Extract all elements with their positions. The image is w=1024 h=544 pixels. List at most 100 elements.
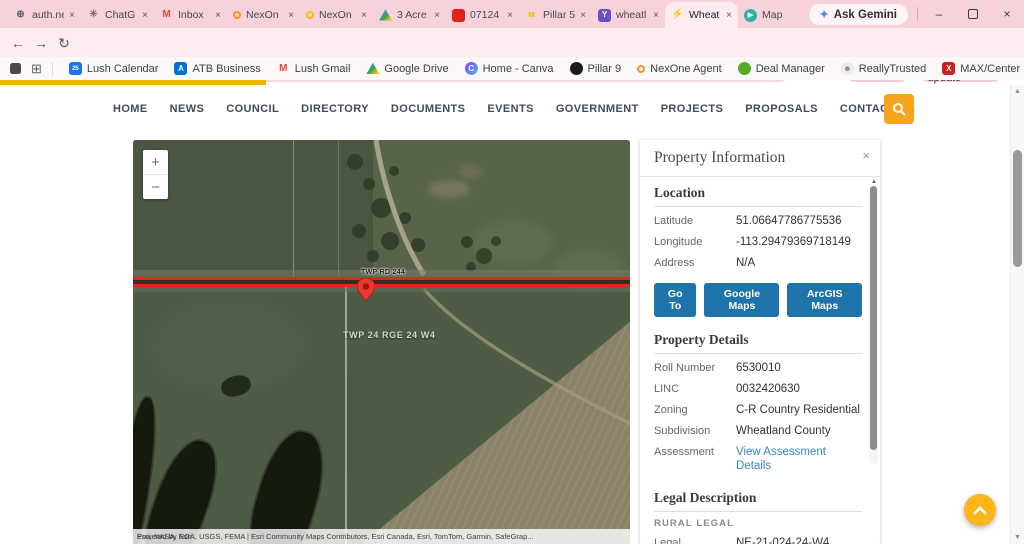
township-label: TWP 24 RGE 24 W4 (343, 330, 435, 340)
detail-row: Assessment View Assessment Details (654, 445, 862, 473)
site-nav-link[interactable]: NEWS (170, 103, 205, 115)
panel-header: Property Information × (640, 140, 880, 177)
tab-close-icon[interactable]: × (434, 10, 440, 21)
row-label: Assessment (654, 445, 736, 473)
row-value[interactable]: Wheatland County (736, 424, 831, 438)
browser-tab[interactable]: NexOn × (227, 2, 300, 28)
bookmark-item[interactable]: NexOne Agent (637, 62, 722, 75)
scrollbar-down-icon[interactable]: ▼ (1014, 534, 1021, 541)
browser-tab-strip: ⊕ auth.ne × ✳ ChatG × M Inbox × NexOn × (0, 0, 1024, 28)
browser-tab[interactable]: Y wheatl × (592, 2, 665, 28)
ask-gemini-label: Ask Gemini (834, 9, 897, 21)
tab-close-icon[interactable]: × (142, 10, 148, 21)
detail-row: Latitude 51.06647786775536 (654, 214, 862, 228)
site-nav-link[interactable]: EVENTS (487, 103, 533, 115)
panel-scrollbar-thumb[interactable] (870, 186, 877, 450)
row-label: Latitude (654, 214, 736, 228)
reload-icon[interactable]: ↻ (54, 33, 74, 53)
map-attribution: Esri, NASA, NGA, USGS, FEMA | Esri Commu… (133, 529, 630, 544)
bookmark-favicon-icon: X (942, 62, 955, 75)
bookmark-favicon-icon: M (277, 62, 290, 75)
site-nav-link[interactable]: GOVERNMENT (556, 103, 639, 115)
maximize-button[interactable] (956, 0, 990, 28)
panel-action-button[interactable]: ArcGIS Maps (787, 283, 862, 317)
row-value[interactable]: C-R Country Residential (736, 403, 860, 417)
tab-close-icon[interactable]: × (507, 10, 513, 21)
map-canvas[interactable]: TWP RD 244 TWP 24 RGE 24 W4 + − Esri, NA… (133, 140, 630, 544)
divider (654, 206, 862, 207)
browser-tab[interactable]: 07124 × (446, 2, 519, 28)
bookmark-item[interactable]: Deal Manager (738, 62, 825, 75)
bookmark-favicon-icon (637, 65, 645, 73)
row-value[interactable]: 6530010 (736, 361, 781, 375)
bookmark-item[interactable]: M Lush Gmail (277, 62, 351, 75)
tab-title: 3 Acre (397, 9, 429, 21)
panel-action-button[interactable]: Go To (654, 283, 696, 317)
panel-action-button[interactable]: Google Maps (704, 283, 779, 317)
forward-icon[interactable]: → (31, 33, 51, 53)
minimize-button[interactable]: – (922, 0, 956, 28)
search-icon (892, 102, 906, 116)
panel-close-icon[interactable]: × (862, 148, 870, 163)
ask-gemini-button[interactable]: ✦ Ask Gemini (809, 4, 909, 25)
tab-close-icon[interactable]: × (215, 10, 221, 21)
tab-favicon-icon: ⊕ (14, 9, 27, 22)
bookmark-item[interactable]: A ATB Business (174, 62, 260, 75)
bookmark-item[interactable]: Google Drive (366, 62, 448, 75)
site-nav-link[interactable]: PROJECTS (661, 103, 724, 115)
scroll-to-top-button[interactable] (964, 494, 996, 526)
bookmark-item[interactable]: C Home - Canva (465, 62, 554, 75)
apps-grid-icon[interactable]: ⊞ (31, 61, 42, 77)
bookmark-label: Google Drive (384, 63, 448, 75)
bookmark-item[interactable]: ☻ ReallyTrusted (841, 62, 926, 75)
close-window-button[interactable]: × (990, 0, 1024, 28)
site-nav-link[interactable]: DIRECTORY (301, 103, 369, 115)
row-value[interactable]: 0032420630 (736, 382, 800, 396)
row-label: Zoning (654, 403, 736, 417)
page-scrollbar-thumb[interactable] (1013, 150, 1022, 267)
browser-tab[interactable]: NexOn × (300, 2, 373, 28)
tab-close-icon[interactable]: × (580, 10, 586, 21)
tab-close-icon[interactable]: × (69, 10, 75, 21)
browser-tab[interactable]: ⚡ Wheat × (665, 2, 738, 28)
tab-close-icon[interactable]: × (361, 10, 367, 21)
page-scrollbar[interactable]: ▲ ▼ (1010, 85, 1024, 544)
tab-title: wheatl (616, 9, 648, 21)
back-icon[interactable]: ← (8, 33, 28, 53)
bookmark-label: NexOne Agent (650, 63, 722, 75)
site-nav-link[interactable]: COUNCIL (226, 103, 279, 115)
detail-row: Address N/A (654, 256, 862, 270)
browser-tab[interactable]: ⊕ auth.ne × (8, 2, 81, 28)
site-nav-link[interactable]: PROPOSALS (745, 103, 818, 115)
site-search-button[interactable] (884, 94, 914, 124)
tab-close-icon[interactable]: × (726, 10, 732, 21)
browser-tab[interactable]: M Inbox × (154, 2, 227, 28)
row-value[interactable]: View Assessment Details (736, 445, 862, 473)
tab-close-icon[interactable]: × (288, 10, 294, 21)
bookmark-item[interactable]: 25 Lush Calendar (69, 62, 159, 75)
tab-close-icon[interactable]: × (653, 10, 659, 21)
tab-title: Inbox (178, 9, 210, 21)
pinned-site-icon[interactable] (10, 63, 21, 74)
scrollbar-up-icon[interactable]: ▲ (1014, 88, 1021, 95)
bookmark-item[interactable]: X MAX/Center (942, 62, 1020, 75)
tab-favicon-icon (306, 11, 314, 19)
bookmark-item[interactable]: Pillar 9 (570, 62, 622, 75)
browser-tab[interactable]: ✳ ChatG × (81, 2, 154, 28)
zoom-out-button[interactable]: − (143, 174, 168, 199)
tab-title: NexOn (319, 9, 356, 21)
browser-tab[interactable]: ▮▮ Pillar 5 × (519, 2, 592, 28)
panel-scroll-up-icon[interactable]: ▲ (871, 179, 877, 185)
row-value: -113.29479369718149 (736, 235, 851, 249)
bookmark-label: MAX/Center (960, 63, 1020, 75)
site-nav-link[interactable]: HOME (113, 103, 148, 115)
tab-favicon-icon: Y (598, 9, 611, 22)
bookmark-label: ReallyTrusted (859, 63, 926, 75)
section-heading-location: Location (654, 185, 862, 201)
powered-by-esri: Powered by Esri (133, 532, 196, 541)
site-nav-link[interactable]: DOCUMENTS (391, 103, 466, 115)
property-information-panel: Property Information × Location Latitude… (640, 140, 880, 544)
map-marker-pin[interactable] (357, 278, 375, 302)
zoom-in-button[interactable]: + (143, 150, 168, 174)
browser-tab[interactable]: 3 Acre × (373, 2, 446, 28)
